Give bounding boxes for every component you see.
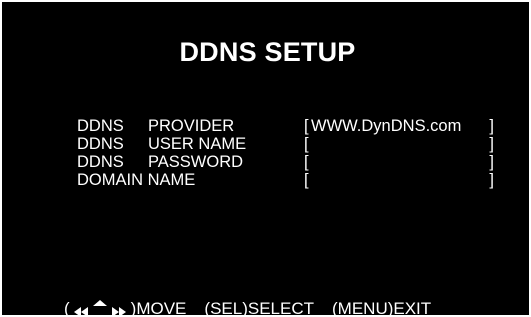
ddns-provider-field[interactable]: [ WWW.DynDNS.com ]	[304, 117, 494, 135]
ddns-password-row[interactable]: DDNS PASSWORD [ ]	[2, 153, 529, 171]
ddns-user-name-field[interactable]: [ ]	[304, 135, 494, 153]
ddns-user-name-row[interactable]: DDNS USER NAME [ ]	[2, 135, 529, 153]
ddns-provider-label: PROVIDER	[148, 117, 235, 135]
ddns-password-label-prefix: DDNS	[77, 153, 124, 171]
help-open-paren: (	[64, 299, 70, 317]
ddns-provider-value: WWW.DynDNS.com	[311, 117, 466, 135]
field-bracket-close: ]	[489, 153, 494, 171]
help-select: (SEL)SELECT	[204, 299, 314, 317]
domain-name-row[interactable]: DOMAIN NAME [ ]	[2, 171, 529, 189]
field-bracket-open: [	[304, 153, 309, 171]
ddns-setup-screen: DDNS SETUP DDNS PROVIDER [ WWW.DynDNS.co…	[0, 0, 531, 317]
ddns-user-name-label: USER NAME	[148, 135, 247, 153]
ddns-user-name-label-prefix: DDNS	[77, 135, 124, 153]
domain-name-label: DOMAIN NAME	[77, 171, 196, 189]
page-title: DDNS SETUP	[179, 37, 356, 67]
arrows-left-up-right-icon	[73, 298, 130, 315]
help-move: )MOVE	[130, 299, 187, 317]
field-bracket-open: [	[304, 171, 309, 189]
field-bracket-close: ]	[489, 171, 494, 189]
domain-name-field[interactable]: [ ]	[304, 171, 494, 189]
field-bracket-close: ]	[489, 135, 494, 153]
ddns-password-label: PASSWORD	[148, 153, 244, 171]
ddns-password-field[interactable]: [ ]	[304, 153, 494, 171]
help-exit: (MENU)EXIT	[332, 299, 432, 317]
key-help-bar: ( )MOVE (SEL)SELECT (MENU)EXIT	[64, 298, 432, 317]
field-bracket-open: [	[304, 135, 309, 153]
field-bracket-close: ]	[489, 117, 494, 135]
field-bracket-open: [	[304, 117, 309, 135]
ddns-provider-row[interactable]: DDNS PROVIDER [ WWW.DynDNS.com ]	[2, 117, 529, 135]
ddns-provider-label-prefix: DDNS	[77, 117, 124, 135]
